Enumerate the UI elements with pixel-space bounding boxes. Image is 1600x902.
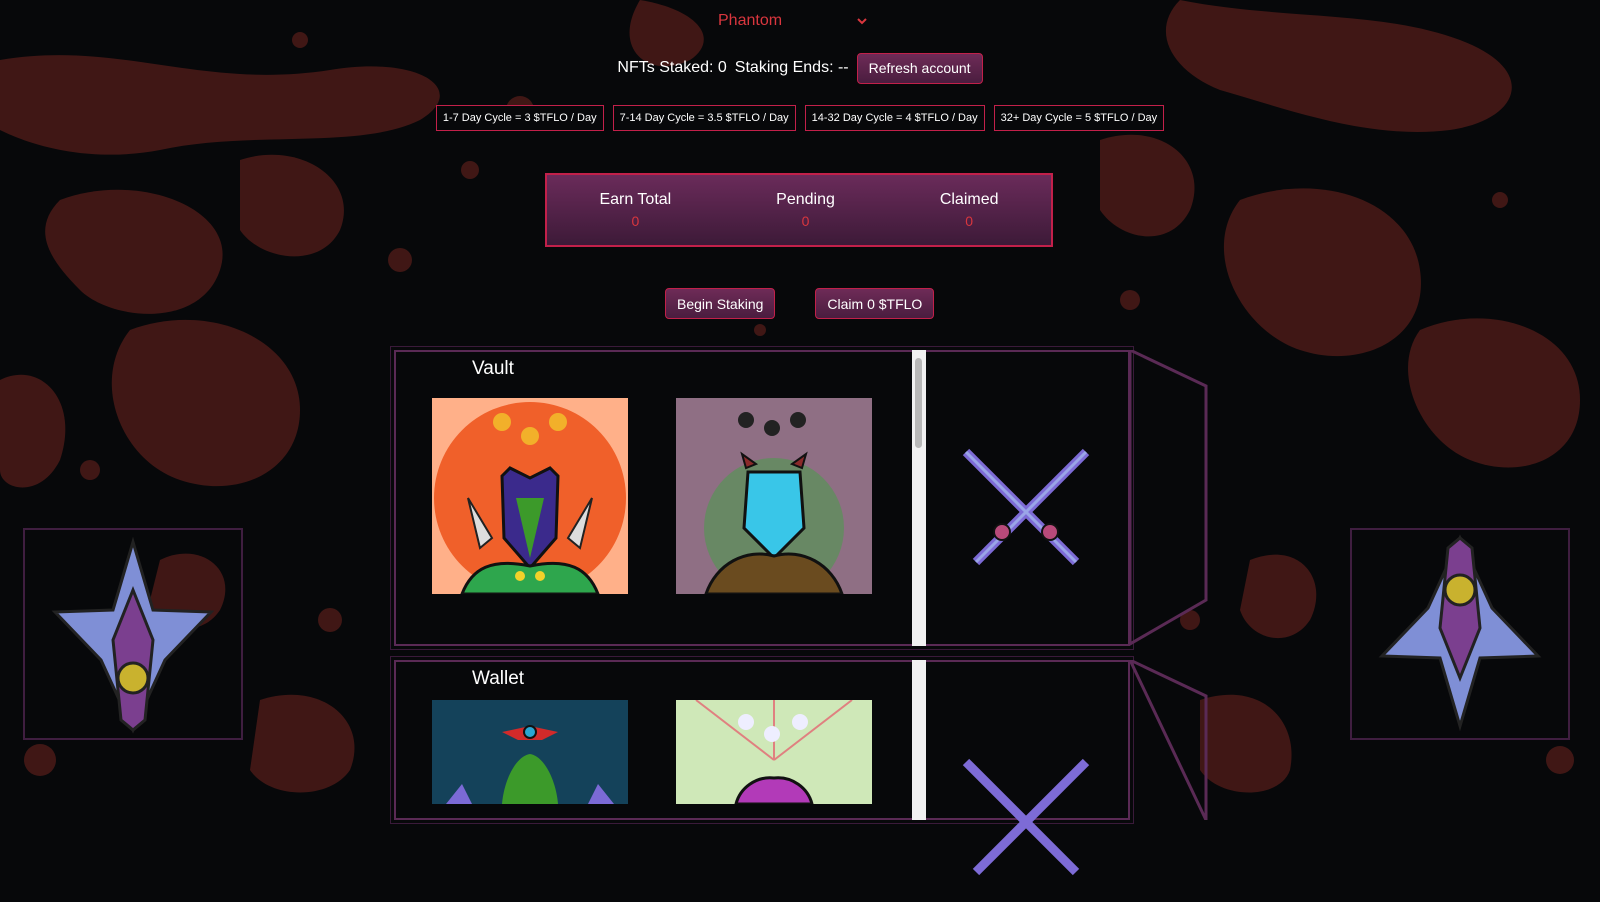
wallet-title: Wallet — [472, 668, 525, 689]
cycle-rate-2: 7-14 Day Cycle = 3.5 $TFLO / Day — [612, 105, 796, 131]
left-decor-frame — [23, 528, 243, 740]
pending-value: 0 — [801, 213, 810, 229]
vault-nft-card[interactable] — [676, 398, 872, 594]
pending-label: Pending — [776, 191, 835, 208]
vault-scrollbar-thumb[interactable] — [915, 358, 922, 448]
crossed-swords-icon — [962, 758, 1090, 876]
earn-total-value: 0 — [631, 213, 640, 229]
crossed-swords-icon — [962, 448, 1090, 566]
vault-nft-card[interactable] — [432, 398, 628, 594]
earn-total: Earn Total 0 — [599, 191, 671, 229]
nft-image — [676, 398, 872, 594]
right-decor-frame — [1350, 528, 1570, 740]
chevron-down-icon — [857, 18, 867, 25]
begin-staking-button[interactable]: Begin Staking — [665, 288, 776, 319]
earnings-summary: Earn Total 0 Pending 0 Claimed 0 — [545, 173, 1053, 247]
panel-wing-decor — [1130, 350, 1208, 646]
claimed: Claimed 0 — [940, 191, 999, 229]
pendant-icon — [51, 536, 215, 734]
cycle-rates: 1-7 Day Cycle = 3 $TFLO / Day 7-14 Day C… — [0, 105, 1600, 131]
wallet-panel: Wallet — [390, 656, 1208, 876]
nft-image — [432, 700, 628, 804]
cycle-rate-1: 1-7 Day Cycle = 3 $TFLO / Day — [435, 105, 604, 131]
staking-ends-text: Staking Ends: -- — [734, 59, 849, 76]
vault-panel: Vault — [390, 346, 1208, 650]
nft-image — [432, 398, 628, 594]
staking-actions: Begin Staking Claim 0 $TFLO — [665, 288, 935, 319]
wallet-nft-card[interactable] — [676, 700, 872, 804]
cycle-rate-4: 32+ Day Cycle = 5 $TFLO / Day — [993, 105, 1165, 131]
panel-wing-decor — [1130, 660, 1208, 820]
vault-scrollbar[interactable] — [912, 350, 926, 646]
wallet-select[interactable]: Phantom — [718, 10, 868, 32]
wallet-scrollbar[interactable] — [912, 660, 926, 820]
claimed-label: Claimed — [939, 191, 999, 208]
nft-image — [676, 700, 872, 804]
pendant-icon — [1378, 534, 1542, 732]
vault-title: Vault — [472, 358, 514, 379]
earn-total-label: Earn Total — [599, 191, 672, 208]
wallet-nft-card[interactable] — [432, 700, 628, 804]
claimed-value: 0 — [965, 213, 974, 229]
wallet-select-value: Phantom — [718, 12, 783, 29]
refresh-account-button[interactable]: Refresh account — [856, 52, 983, 84]
cycle-rate-3: 14-32 Day Cycle = 4 $TFLO / Day — [804, 105, 985, 131]
staking-status-row: NFTs Staked: 0 Staking Ends: -- Refresh … — [0, 52, 1600, 84]
claim-button[interactable]: Claim 0 $TFLO — [815, 288, 935, 319]
nfts-staked-text: NFTs Staked: 0 — [617, 59, 727, 76]
pending: Pending 0 — [776, 191, 835, 229]
